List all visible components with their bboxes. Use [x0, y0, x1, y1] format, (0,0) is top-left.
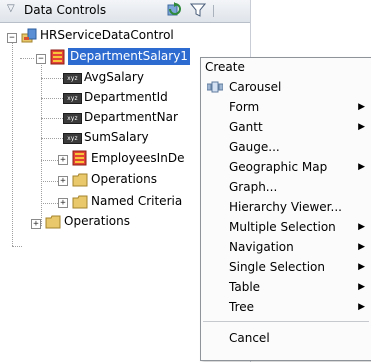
menu-item-cancel[interactable]: Cancel	[201, 328, 371, 348]
carousel-icon	[207, 81, 223, 93]
tree-line	[20, 58, 34, 59]
attribute-icon: xyz	[63, 73, 82, 84]
submenu-arrow-icon: ▶	[358, 162, 365, 172]
folder-icon	[72, 195, 88, 209]
expand-toggle[interactable]: +	[58, 176, 68, 186]
menu-item-multiple-selection[interactable]: Multiple Selection ▶	[201, 217, 371, 237]
filter-icon[interactable]	[190, 2, 206, 18]
menu-item-navigation[interactable]: Navigation ▶	[201, 237, 371, 257]
menu-item-hierarchy-viewer[interactable]: Hierarchy Viewer...	[201, 197, 371, 217]
menu-item-single-selection[interactable]: Single Selection ▶	[201, 257, 371, 277]
menu-header: Create	[205, 60, 245, 74]
tree-line	[41, 118, 63, 119]
tree-line	[12, 246, 22, 247]
menu-item-form[interactable]: Form ▶	[201, 97, 371, 117]
data-control-icon	[21, 28, 37, 43]
tree-node-departmentsalary1[interactable]: DepartmentSalary1	[68, 48, 190, 65]
submenu-arrow-icon: ▶	[358, 242, 365, 252]
menu-item-tree[interactable]: Tree ▶	[201, 297, 371, 317]
create-context-menu: Create Carousel Form ▶ Gantt ▶ Gauge... …	[200, 57, 371, 361]
menu-item-geographic-map[interactable]: Geographic Map ▶	[201, 157, 371, 177]
collapse-toggle[interactable]: −	[36, 54, 46, 64]
toolbar-separator	[213, 5, 214, 17]
submenu-arrow-icon: ▶	[358, 262, 365, 272]
submenu-arrow-icon: ▶	[358, 282, 365, 292]
submenu-arrow-icon: ▶	[358, 102, 365, 112]
tree-line	[41, 138, 63, 139]
folder-icon	[45, 215, 61, 229]
tree-line	[12, 42, 13, 246]
expand-toggle[interactable]: +	[58, 155, 68, 165]
menu-item-gauge[interactable]: Gauge...	[201, 137, 371, 157]
chevron-down-icon[interactable]: ▽	[7, 3, 15, 14]
panel-header: ▽ Data Controls	[0, 0, 250, 23]
refresh-icon[interactable]	[166, 2, 182, 18]
tree-node-operations[interactable]: Operations	[64, 213, 130, 230]
tree-node-operations[interactable]: Operations	[91, 171, 157, 188]
menu-item-graph[interactable]: Graph...	[201, 177, 371, 197]
menu-item-carousel[interactable]: Carousel	[201, 77, 371, 97]
expand-toggle[interactable]: +	[58, 198, 68, 208]
tree-node-attribute[interactable]: DepartmentId	[84, 89, 168, 106]
panel-title: Data Controls	[24, 3, 107, 17]
tree-node-named-criteria[interactable]: Named Criteria	[91, 193, 182, 210]
menu-separator	[203, 321, 369, 322]
tree-node-attribute[interactable]: DepartmentNar	[84, 109, 178, 126]
menu-item-table[interactable]: Table ▶	[201, 277, 371, 297]
submenu-arrow-icon: ▶	[358, 222, 365, 232]
attribute-icon: xyz	[63, 93, 82, 104]
tree-node-attribute[interactable]: SumSalary	[84, 129, 149, 146]
tree-node-attribute[interactable]: AvgSalary	[84, 69, 144, 86]
collection-icon	[50, 49, 65, 65]
menu-item-gantt[interactable]: Gantt ▶	[201, 117, 371, 137]
tree-line	[41, 98, 63, 99]
attribute-icon: xyz	[63, 133, 82, 144]
submenu-arrow-icon: ▶	[358, 122, 365, 132]
tree-line	[41, 63, 42, 226]
tree-node-employeesindept[interactable]: EmployeesInDe	[91, 150, 184, 167]
tree-line	[41, 78, 63, 79]
tree-node-hrservicedatacontrol[interactable]: HRServiceDataControl	[40, 27, 174, 44]
attribute-icon: xyz	[63, 113, 82, 124]
expand-toggle[interactable]: +	[31, 219, 41, 229]
collection-icon	[72, 150, 87, 166]
submenu-arrow-icon: ▶	[358, 302, 365, 312]
folder-icon	[72, 173, 88, 187]
collapse-toggle[interactable]: −	[7, 33, 17, 43]
